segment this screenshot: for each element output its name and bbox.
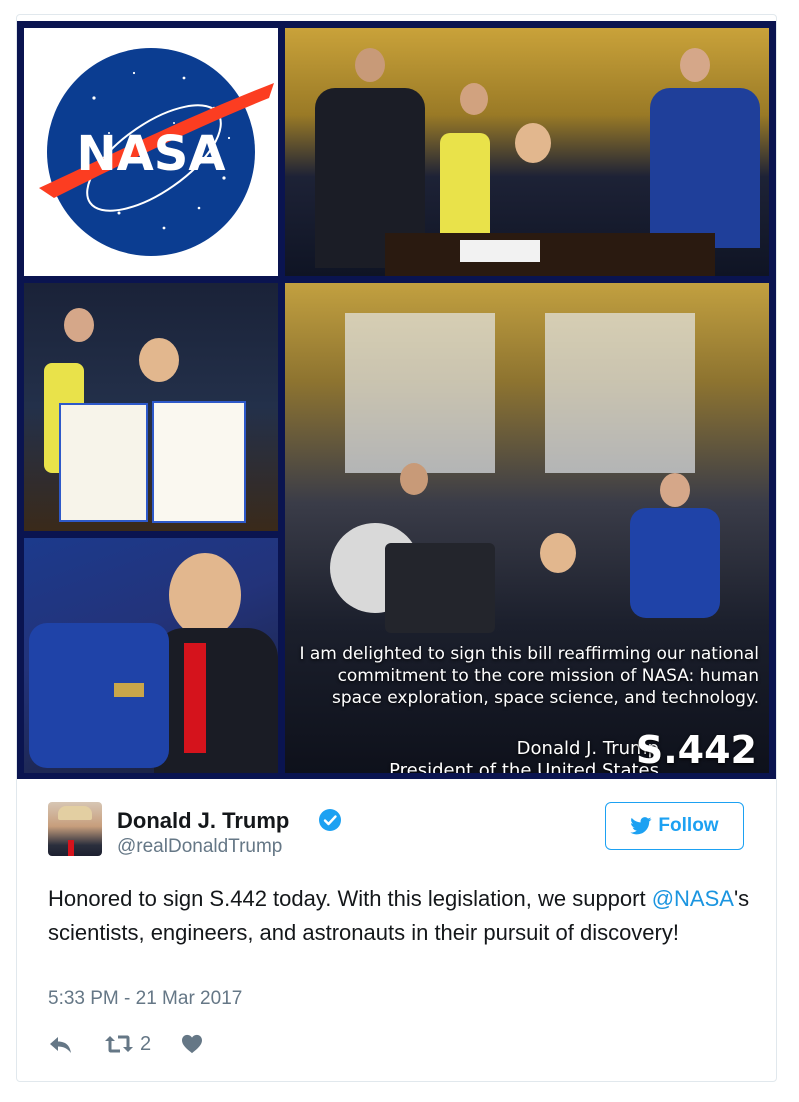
nasa-logo-tile: NASA xyxy=(24,28,278,276)
signature-title: President of the United States xyxy=(389,760,659,773)
signing-quote: I am delighted to sign this bill reaffir… xyxy=(299,644,759,708)
bill-number: S.442 xyxy=(635,728,757,772)
retweet-count: 2 xyxy=(140,1032,152,1055)
photo-collage[interactable]: NASA I am delighted to sign this bill re… xyxy=(17,21,776,779)
flight-jacket-photo xyxy=(24,538,278,773)
tweet-text: Honored to sign S.442 today. With this l… xyxy=(48,882,768,950)
user-display-name[interactable]: Donald J. Trump xyxy=(117,808,289,834)
twitter-bird-icon xyxy=(630,817,652,835)
tweet-text-part: Honored to sign S.442 today. With this l… xyxy=(48,886,652,911)
retweet-button[interactable]: 2 xyxy=(104,1033,151,1056)
tweet-timestamp[interactable]: 5:33 PM - 21 Mar 2017 xyxy=(48,988,242,1010)
tweet-actions: 2 xyxy=(48,1030,203,1058)
follow-button[interactable]: Follow xyxy=(605,802,744,850)
nasa-logo: NASA xyxy=(39,48,274,256)
quote-signature: Donald J. Trump President of the United … xyxy=(389,738,659,773)
signing-photo-top xyxy=(285,28,769,276)
verified-badge-icon xyxy=(319,809,341,831)
follow-button-label: Follow xyxy=(658,815,719,836)
heart-icon xyxy=(182,1034,203,1054)
like-button[interactable] xyxy=(181,1034,203,1054)
reply-button[interactable] xyxy=(48,1033,74,1055)
svg-text:NASA: NASA xyxy=(76,126,225,182)
avatar[interactable] xyxy=(48,802,102,856)
retweet-icon xyxy=(105,1035,133,1053)
signature-name: Donald J. Trump xyxy=(516,738,659,759)
user-handle[interactable]: @realDonaldTrump xyxy=(117,836,282,858)
signed-bill-photo xyxy=(24,283,278,531)
press-signing-photo: I am delighted to sign this bill reaffir… xyxy=(285,283,769,773)
reply-icon xyxy=(50,1037,71,1053)
mention-link[interactable]: @NASA xyxy=(652,886,734,911)
